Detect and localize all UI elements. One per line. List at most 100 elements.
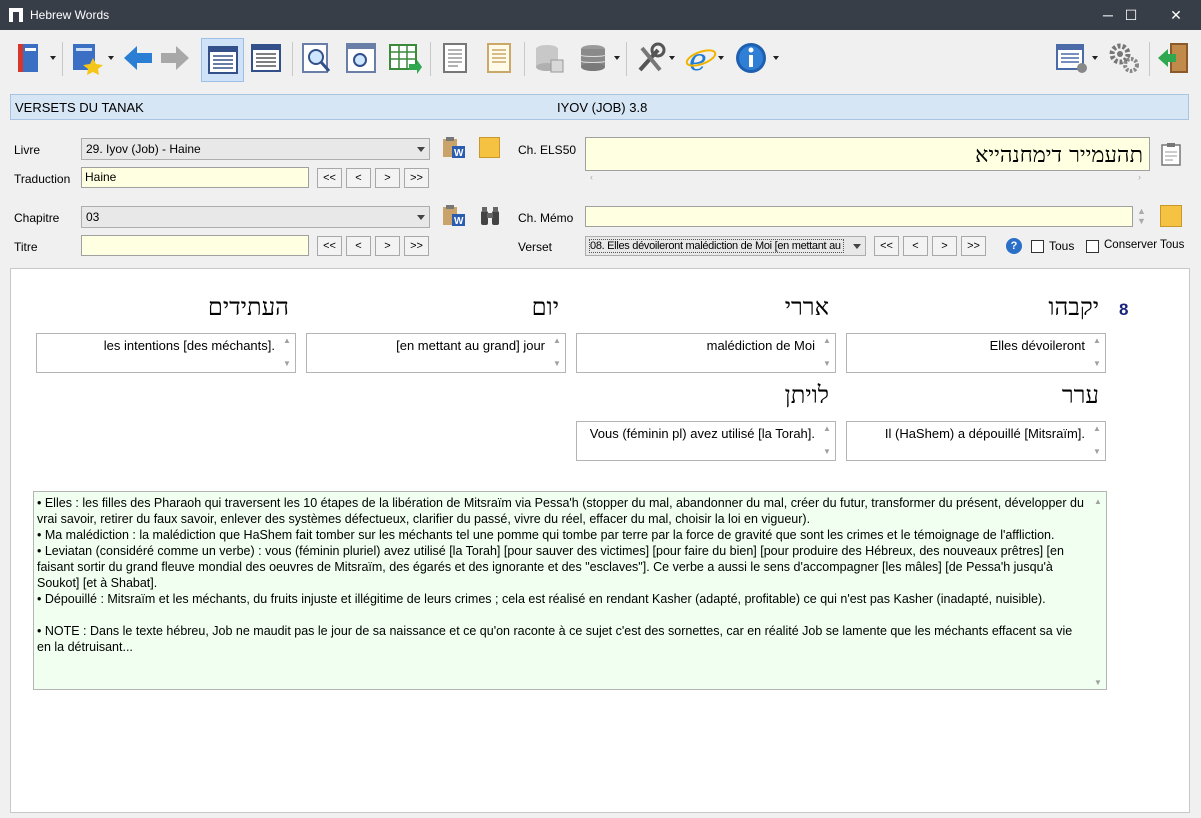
memo-spinner[interactable]: ▲ ▼ bbox=[1137, 206, 1146, 226]
verset-label: Verset bbox=[518, 240, 553, 254]
clipboard-icon[interactable] bbox=[1160, 142, 1182, 166]
translation-box[interactable]: Vous (féminin pl) avez utilisé [la Torah… bbox=[576, 421, 836, 461]
scroll-up-icon[interactable]: ▲ bbox=[1092, 494, 1104, 510]
translation-box[interactable]: [en mettant au grand] jour ▲ ▼ bbox=[306, 333, 566, 373]
back-arrow-icon[interactable] bbox=[120, 40, 156, 76]
memo-label: Ch. Mémo bbox=[518, 211, 574, 225]
traduction-next-button[interactable]: > bbox=[375, 168, 400, 188]
commentary-textarea[interactable]: • Elles : les filles des Pharaoh qui tra… bbox=[33, 491, 1107, 690]
scroll-up-icon[interactable]: ▲ bbox=[821, 336, 833, 345]
titre-next-button[interactable]: > bbox=[375, 236, 400, 256]
verset-next-button[interactable]: > bbox=[932, 236, 957, 256]
word-clipboard-icon[interactable]: W bbox=[441, 136, 467, 160]
hebrew-word: ערר bbox=[1061, 381, 1099, 409]
els-input[interactable]: תהעמייר דימחנהייא bbox=[585, 137, 1150, 171]
verse-number: 8 bbox=[1119, 300, 1129, 319]
note-spacer bbox=[37, 607, 1086, 623]
titre-label: Titre bbox=[14, 240, 38, 254]
scroll-down-icon[interactable]: ▼ bbox=[281, 359, 293, 368]
bookmark-dropdown-icon[interactable] bbox=[108, 56, 114, 60]
close-button[interactable]: ✕ bbox=[1153, 0, 1199, 30]
help-icon[interactable]: ? bbox=[1006, 238, 1022, 254]
chapitre-combo[interactable]: 03 bbox=[81, 206, 430, 228]
database-icon[interactable] bbox=[531, 40, 567, 76]
note-paragraph: • Ma malédiction : la malédiction que Ha… bbox=[37, 528, 1055, 542]
web-icon[interactable]: e bbox=[683, 40, 719, 78]
livre-combo[interactable]: 29. Iyov (Job) - Haine bbox=[81, 138, 430, 160]
titre-input[interactable] bbox=[81, 235, 309, 256]
traduction-last-button[interactable]: >> bbox=[404, 168, 429, 188]
database-menu-icon[interactable] bbox=[575, 40, 611, 76]
book-icon[interactable] bbox=[13, 40, 49, 76]
translation-text: les intentions [des méchants]. bbox=[103, 338, 275, 353]
scroll-up-icon[interactable]: ▲ bbox=[551, 336, 563, 345]
list-view-icon[interactable] bbox=[248, 40, 284, 76]
info-icon[interactable] bbox=[733, 40, 769, 76]
translation-box[interactable]: Elles dévoileront ▲ ▼ bbox=[846, 333, 1106, 373]
exit-icon[interactable] bbox=[1156, 40, 1192, 76]
sticky-note-icon[interactable] bbox=[479, 137, 500, 158]
info-dropdown-icon[interactable] bbox=[773, 56, 779, 60]
translation-box[interactable]: malédiction de Moi ▲ ▼ bbox=[576, 333, 836, 373]
translation-text: Elles dévoileront bbox=[989, 338, 1085, 353]
scroll-left-icon[interactable]: ‹ bbox=[590, 172, 593, 182]
tous-checkbox[interactable] bbox=[1031, 240, 1044, 253]
traduction-input[interactable]: Haine bbox=[81, 167, 309, 188]
book-dropdown-icon[interactable] bbox=[50, 56, 56, 60]
window-title: Hebrew Words bbox=[30, 8, 110, 22]
maximize-button[interactable]: ☐ bbox=[1108, 0, 1154, 30]
sticky-note-icon[interactable] bbox=[1160, 205, 1182, 227]
hebrew-word: יום bbox=[531, 293, 559, 321]
chevron-down-icon bbox=[853, 244, 861, 249]
word-clipboard-icon[interactable]: W bbox=[441, 204, 467, 228]
livre-value: 29. Iyov (Job) - Haine bbox=[86, 142, 201, 156]
traduction-prev-button[interactable]: < bbox=[346, 168, 371, 188]
verset-combo[interactable]: 08. Elles dévoileront malédiction de Moi… bbox=[585, 236, 866, 256]
scroll-down-icon[interactable]: ▼ bbox=[1091, 359, 1103, 368]
tools-dropdown-icon[interactable] bbox=[669, 56, 675, 60]
scroll-up-icon[interactable]: ▲ bbox=[1091, 336, 1103, 345]
conserver-tous-checkbox[interactable] bbox=[1086, 240, 1099, 253]
grid-view-icon[interactable] bbox=[201, 38, 244, 82]
note-paragraph: • NOTE : Dans le texte hébreu, Job ne ma… bbox=[37, 624, 1073, 654]
preview-icon[interactable] bbox=[343, 40, 379, 76]
bookmark-star-icon[interactable] bbox=[69, 40, 105, 76]
verset-value: 08. Elles dévoileront malédiction de Moi… bbox=[589, 239, 844, 253]
scroll-up-icon[interactable]: ▲ bbox=[1091, 424, 1103, 433]
database-dropdown-icon[interactable] bbox=[614, 56, 620, 60]
web-dropdown-icon[interactable] bbox=[718, 56, 724, 60]
titre-first-button[interactable]: << bbox=[317, 236, 342, 256]
forward-arrow-icon[interactable] bbox=[157, 40, 193, 76]
verset-last-button[interactable]: >> bbox=[961, 236, 986, 256]
scroll-down-icon[interactable]: ▼ bbox=[821, 359, 833, 368]
translation-text: [en mettant au grand] jour bbox=[396, 338, 545, 353]
verset-prev-button[interactable]: < bbox=[903, 236, 928, 256]
scroll-right-icon[interactable]: › bbox=[1138, 172, 1141, 182]
scroll-down-icon[interactable]: ▼ bbox=[821, 447, 833, 456]
translation-text: Vous (féminin pl) avez utilisé [la Torah… bbox=[589, 426, 815, 441]
export-table-icon[interactable] bbox=[387, 40, 423, 76]
translation-box[interactable]: les intentions [des méchants]. ▲ ▼ bbox=[36, 333, 296, 373]
scroll-down-icon[interactable]: ▼ bbox=[551, 359, 563, 368]
settings-list-icon[interactable] bbox=[1054, 40, 1090, 76]
titre-last-button[interactable]: >> bbox=[404, 236, 429, 256]
settings-dropdown-icon[interactable] bbox=[1092, 56, 1098, 60]
search-doc-icon[interactable] bbox=[299, 40, 335, 76]
notes-icon[interactable] bbox=[481, 40, 517, 76]
scroll-up-icon[interactable]: ▲ bbox=[821, 424, 833, 433]
gear-icon[interactable] bbox=[1106, 40, 1142, 76]
scroll-down-icon[interactable]: ▼ bbox=[1092, 675, 1104, 691]
titre-prev-button[interactable]: < bbox=[346, 236, 371, 256]
binoculars-icon[interactable] bbox=[479, 205, 501, 227]
translation-box[interactable]: Il (HaShem) a dépouillé [Mitsraïm]. ▲ ▼ bbox=[846, 421, 1106, 461]
section-title: VERSETS DU TANAK bbox=[15, 100, 144, 115]
document-icon[interactable] bbox=[437, 40, 473, 76]
memo-input[interactable] bbox=[585, 206, 1133, 227]
verset-first-button[interactable]: << bbox=[874, 236, 899, 256]
separator bbox=[626, 42, 627, 76]
tools-icon[interactable] bbox=[632, 40, 668, 76]
scroll-up-icon[interactable]: ▲ bbox=[281, 336, 293, 345]
traduction-first-button[interactable]: << bbox=[317, 168, 342, 188]
toolbar: e bbox=[1, 30, 1200, 88]
scroll-down-icon[interactable]: ▼ bbox=[1091, 447, 1103, 456]
